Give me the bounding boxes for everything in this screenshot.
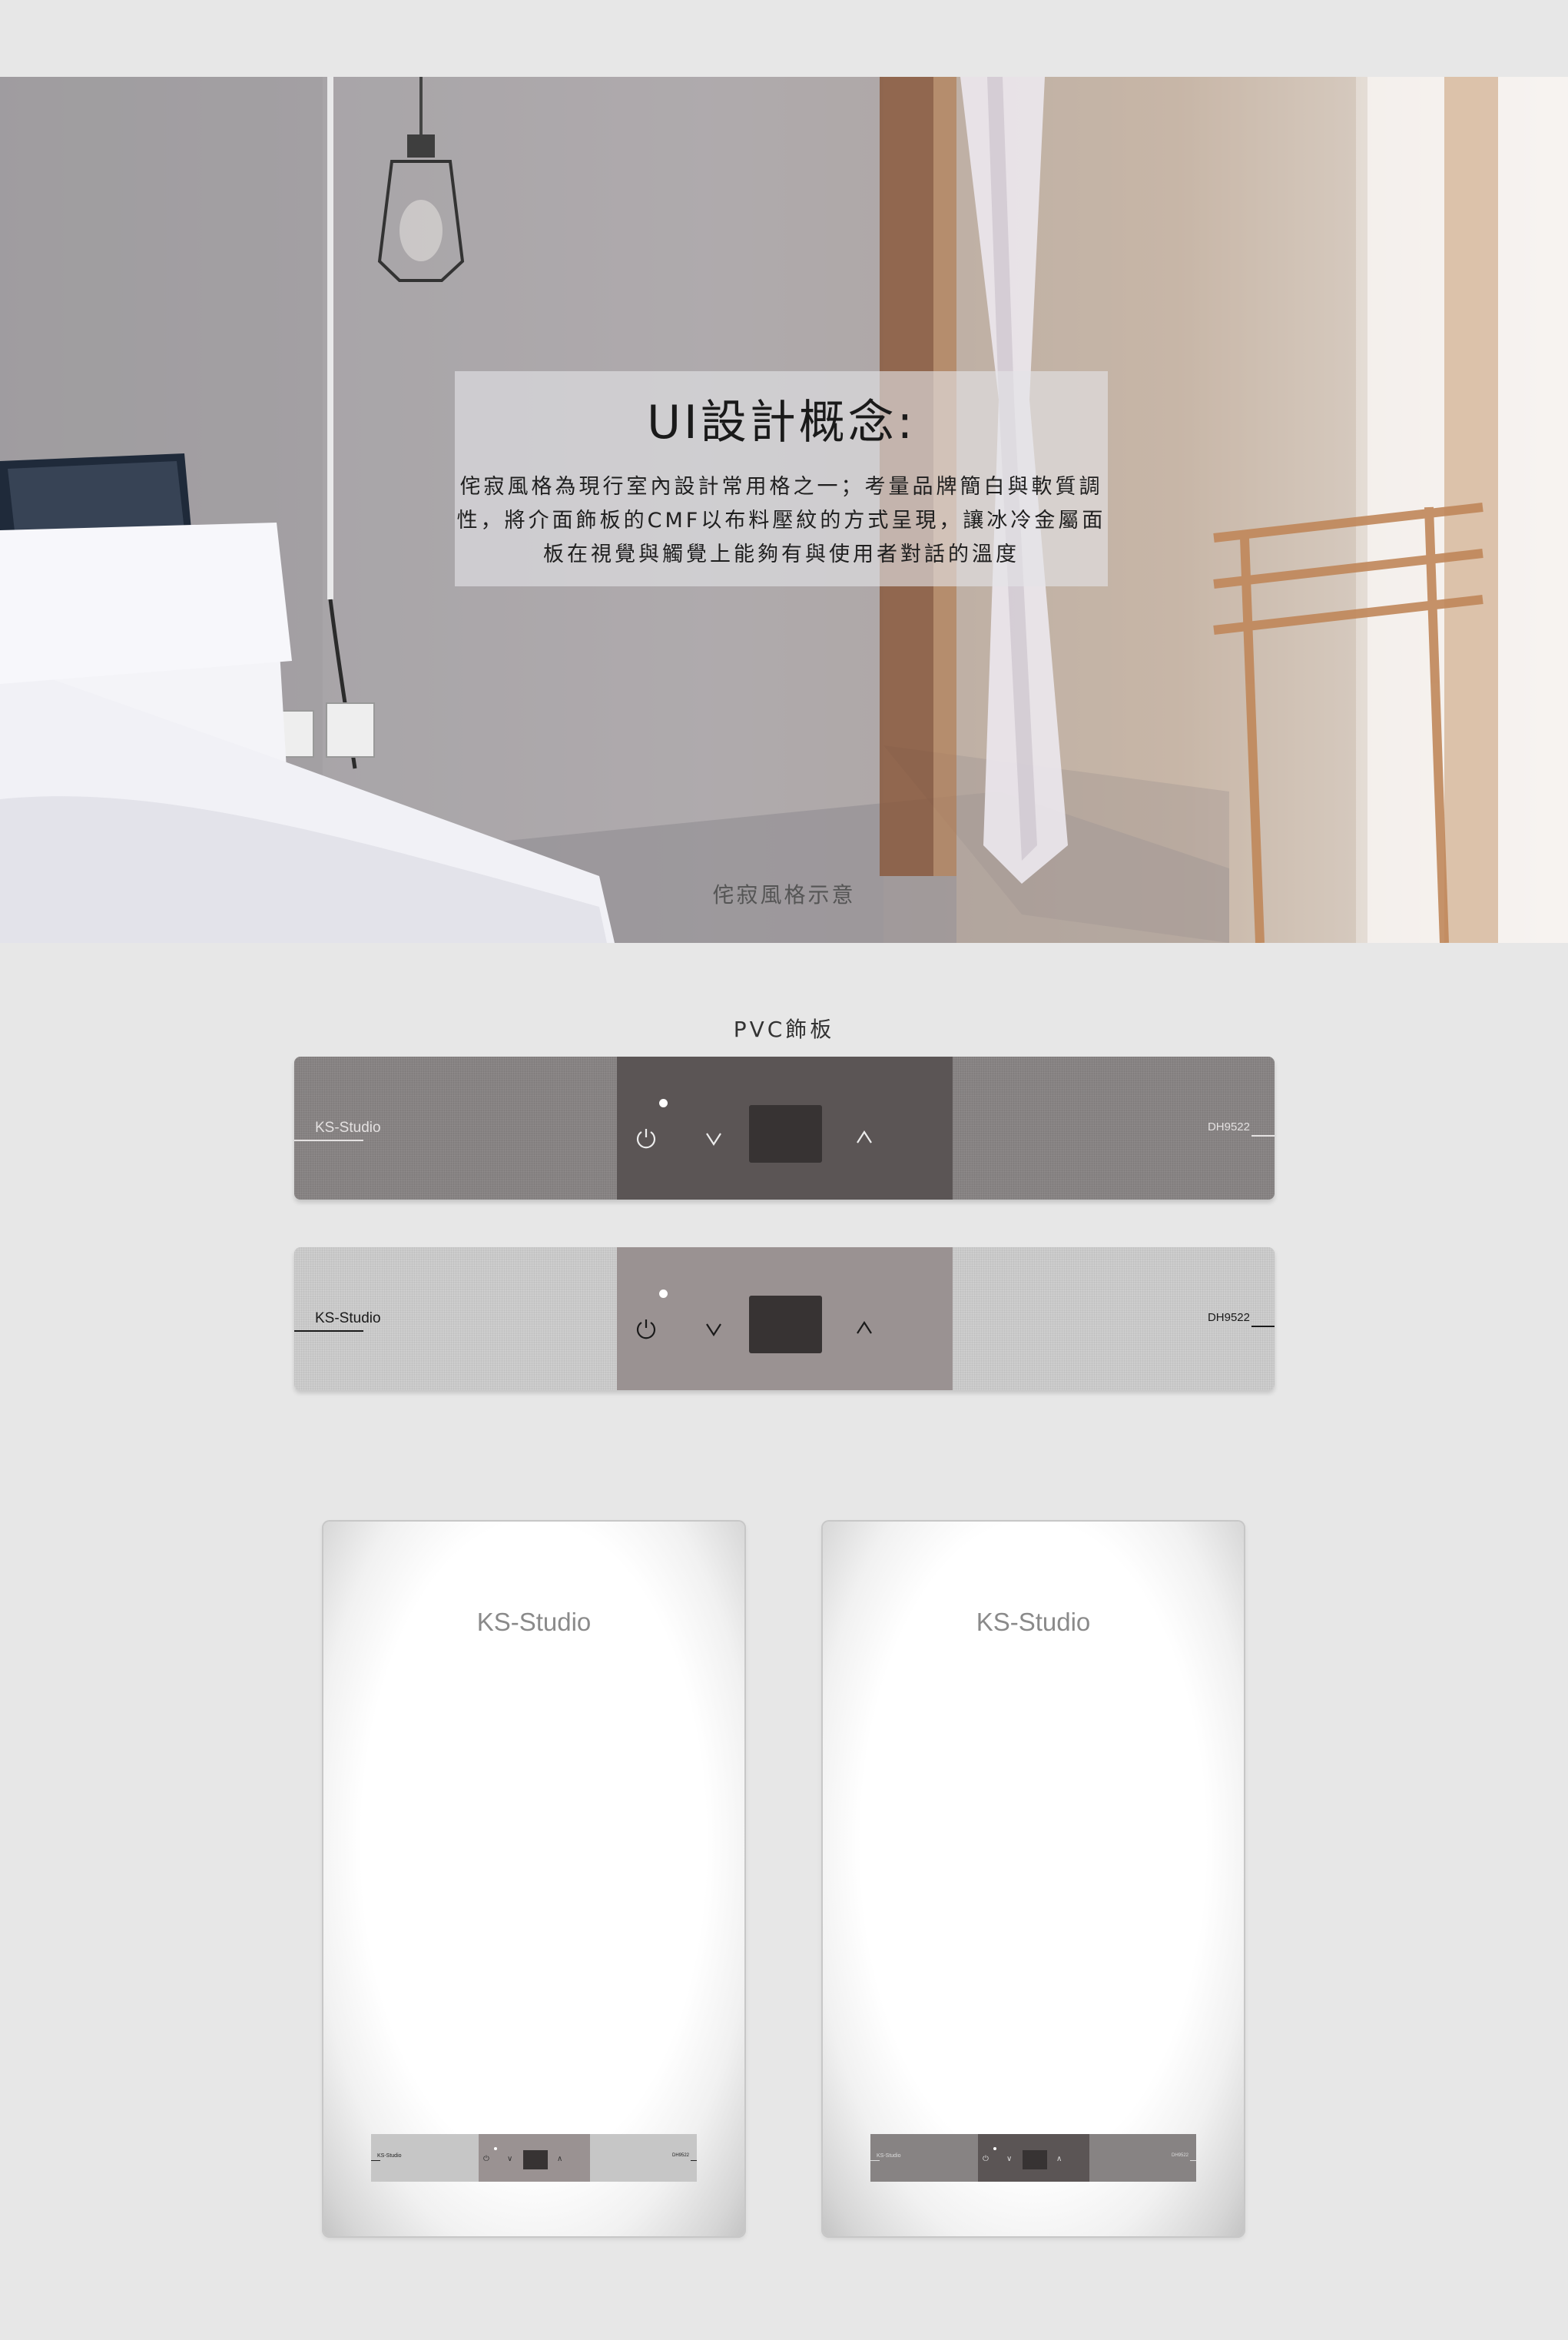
chevron-down-icon[interactable]: [700, 1124, 728, 1152]
mini-model-label: DH9522: [671, 2153, 689, 2158]
status-led: [659, 1099, 668, 1107]
water-heater-light-panel: KS-Studio KS-Studio ⏻ ∨ ∧ DH9522: [323, 1522, 744, 2236]
chevron-up-icon[interactable]: ∧: [1056, 2156, 1062, 2163]
control-area: [617, 1057, 953, 1200]
power-icon[interactable]: [632, 1315, 660, 1343]
chevron-down-icon[interactable]: ∨: [1006, 2156, 1012, 2163]
temperature-display: [1023, 2150, 1047, 2169]
status-led: [659, 1289, 668, 1298]
concept-description: 侘寂風格為現行室內設計常用格之一；考量品牌簡白與軟質調性，將介面飾板的CMF以布…: [456, 475, 1106, 566]
model-underline: [1251, 1135, 1275, 1137]
brand-underline: [371, 2160, 380, 2161]
heater-control-panel: KS-Studio ⏻ ∨ ∧ DH9522: [371, 2134, 697, 2182]
water-heater-dark-panel: KS-Studio KS-Studio ⏻ ∨ ∧ DH9522: [823, 1522, 1244, 2236]
power-icon[interactable]: ⏻: [983, 2156, 989, 2163]
chevron-down-icon[interactable]: ∨: [507, 2156, 512, 2163]
hero-photo: UI設計概念: 侘寂風格為現行室內設計常用格之一；考量品牌簡白與軟質調性，將介面…: [0, 77, 1568, 943]
model-underline: [691, 2160, 697, 2161]
panel-model-label: DH9522: [1207, 1120, 1250, 1133]
mini-brand-label: KS-Studio: [877, 2153, 901, 2159]
panel-brand-label: KS-Studio: [315, 1310, 381, 1326]
status-led: [494, 2147, 497, 2150]
status-led: [993, 2147, 996, 2150]
pvc-panel-light: KS-Studio DH9522: [294, 1247, 1275, 1390]
heater-control-panel: KS-Studio ⏻ ∨ ∧ DH9522: [870, 2134, 1196, 2182]
panel-model-label: DH9522: [1207, 1311, 1250, 1324]
chevron-up-icon[interactable]: ∧: [557, 2156, 562, 2163]
chevron-up-icon[interactable]: [850, 1315, 878, 1343]
pvc-panel-title: PVC飾板: [733, 1017, 835, 1042]
pvc-panel-dark: KS-Studio DH9522: [294, 1057, 1275, 1200]
power-icon[interactable]: [632, 1124, 660, 1152]
panel-brand-label: KS-Studio: [315, 1120, 381, 1136]
power-icon[interactable]: ⏻: [483, 2156, 489, 2163]
model-underline: [1190, 2160, 1196, 2161]
brand-underline: [294, 1330, 363, 1332]
temperature-display: [749, 1296, 822, 1353]
brand-underline: [294, 1140, 363, 1141]
control-area: [617, 1247, 953, 1390]
hero-caption: 侘寂風格示意: [712, 882, 856, 908]
chevron-down-icon[interactable]: [700, 1315, 728, 1343]
mini-control-area: ⏻ ∨ ∧: [479, 2134, 590, 2182]
concept-text-box: UI設計概念: 侘寂風格為現行室內設計常用格之一；考量品牌簡白與軟質調性，將介面…: [455, 371, 1108, 586]
concept-title: UI設計概念:: [647, 396, 916, 450]
brand-underline: [870, 2160, 880, 2161]
mini-brand-label: KS-Studio: [377, 2153, 402, 2159]
mini-control-area: ⏻ ∨ ∧: [978, 2134, 1089, 2182]
model-underline: [1251, 1326, 1275, 1327]
temperature-display: [749, 1105, 822, 1163]
heater-brand-label: KS-Studio: [476, 1608, 592, 1636]
heater-brand-label: KS-Studio: [976, 1608, 1091, 1636]
temperature-display: [523, 2150, 548, 2169]
chevron-up-icon[interactable]: [850, 1124, 878, 1152]
mini-model-label: DH9522: [1171, 2153, 1188, 2158]
